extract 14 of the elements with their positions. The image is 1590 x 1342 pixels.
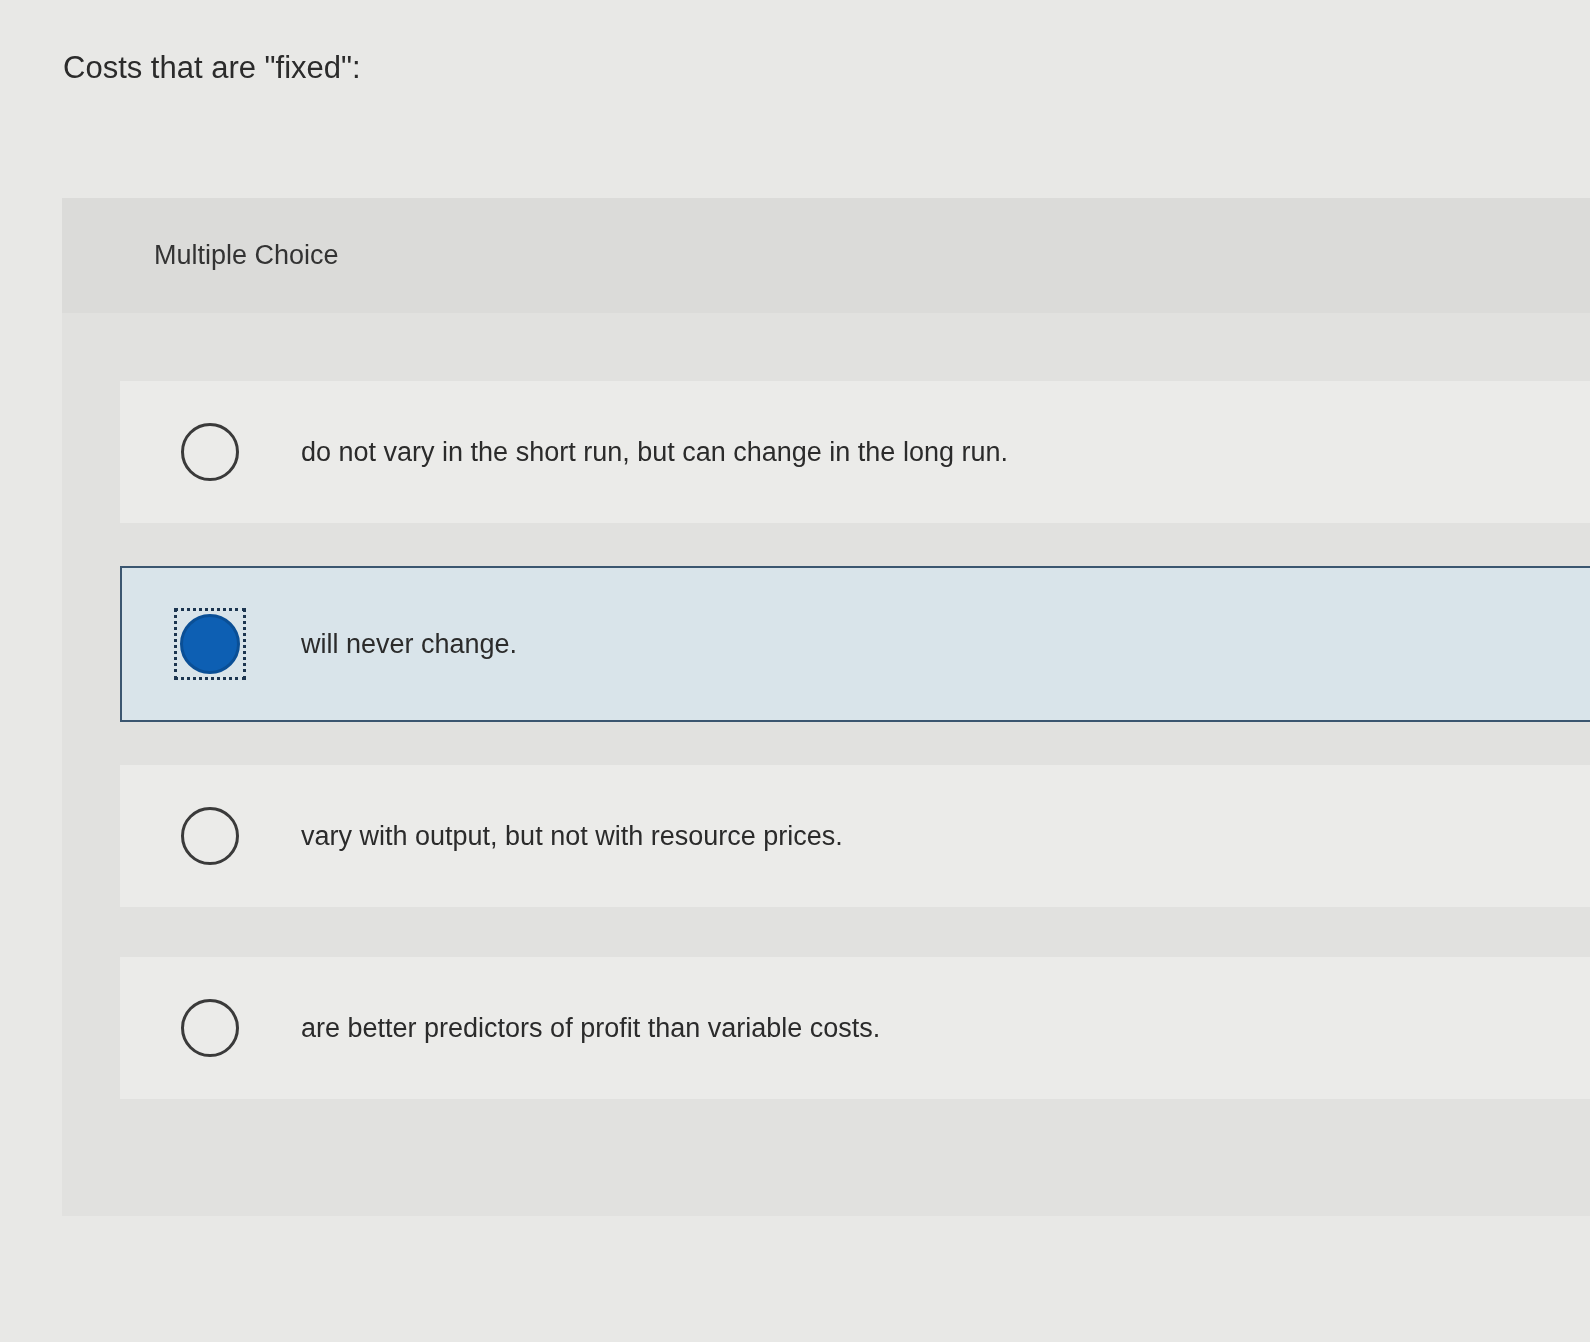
question-text: Costs that are "fixed": (63, 50, 361, 86)
question-type-label: Multiple Choice (154, 240, 339, 271)
radio-button[interactable] (181, 999, 239, 1057)
answer-option[interactable]: will never change. (120, 566, 1590, 722)
radio-button[interactable] (181, 807, 239, 865)
option-text: vary with output, but not with resource prices. (301, 820, 843, 852)
option-text: are better predictors of profit than variable costs. (301, 1012, 881, 1044)
answer-option[interactable]: are better predictors of profit than variable costs. (120, 957, 1590, 1099)
answer-option[interactable]: vary with output, but not with resource prices. (120, 765, 1590, 907)
answer-option[interactable]: do not vary in the short run, but can change in the long run. (120, 381, 1590, 523)
radio-button[interactable] (174, 608, 246, 680)
option-text: do not vary in the short run, but can change in the long run. (301, 436, 1008, 468)
radio-button[interactable] (181, 423, 239, 481)
option-text: will never change. (301, 628, 518, 660)
